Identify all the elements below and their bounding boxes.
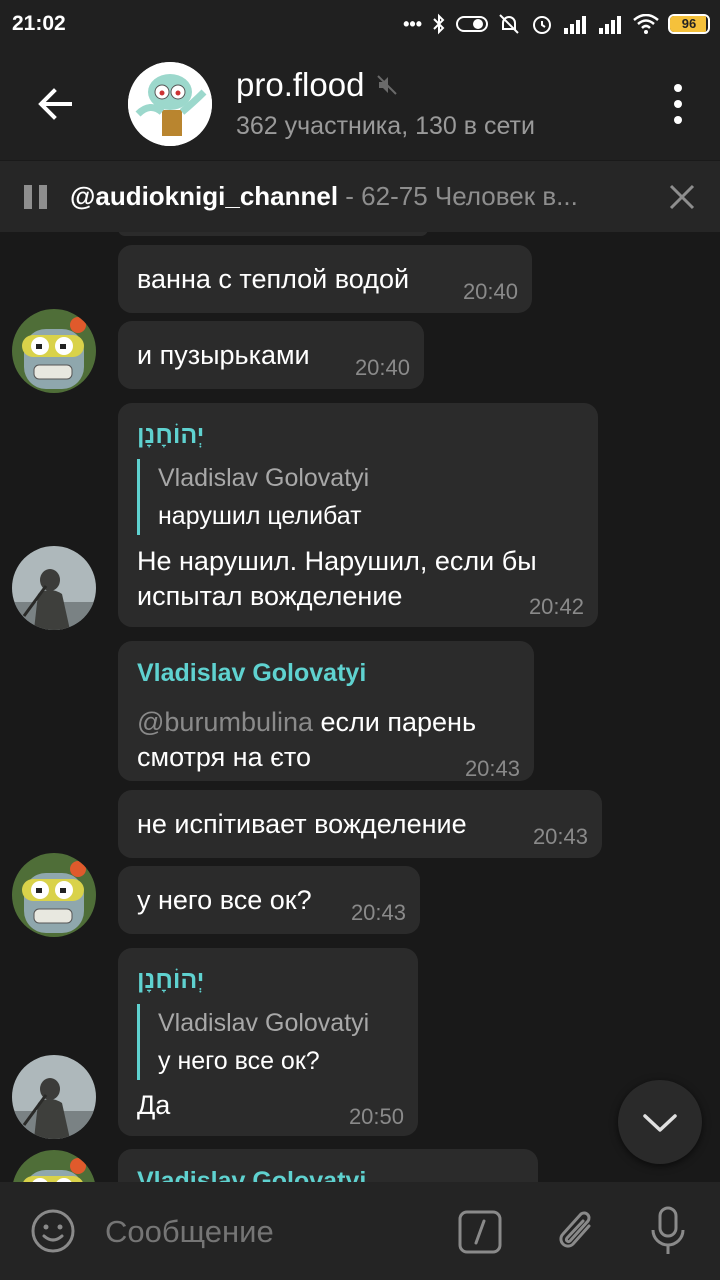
message-bubble[interactable]: и пузырьками 20:40 [118,321,424,389]
mention-link[interactable]: @burumbulina [137,707,313,737]
message-time: 20:40 [354,355,410,380]
user-avatar[interactable] [12,309,96,393]
chevron-down-icon [643,1114,677,1132]
bot-command-icon[interactable] [457,1209,503,1255]
message-composer [0,1182,720,1280]
mute-bell-icon [499,14,519,34]
message-time: 20:43 [532,824,588,849]
message-text: если парень [313,707,477,737]
chat-avatar[interactable] [128,62,212,146]
microphone-icon[interactable] [648,1204,688,1258]
signal-icon-2 [599,16,621,34]
message-bubble[interactable]: יְהוֹחָנָן Vladislav Golovatyi нарушил ц… [118,403,598,627]
user-avatar[interactable] [12,546,96,630]
message-time: 20:43 [350,900,406,925]
message-bubble-partial [118,232,428,236]
battery-level: 96 [681,16,697,31]
message-bubble[interactable]: не испітивает вожделение 20:43 [118,790,602,858]
message-bubble[interactable]: Vladislav Golovatyi @burumbulina если па… [118,641,534,781]
pause-icon[interactable] [24,185,48,209]
user-avatar[interactable] [12,1055,96,1139]
more-dots-icon: ••• [403,13,422,34]
chat-header: pro.flood 362 участника, 130 в сети [0,48,720,160]
reply-quote[interactable]: Vladislav Golovatyi нарушил целибат [137,459,369,535]
message-bubble[interactable]: יְהוֹחָנָן Vladislav Golovatyi у него вс… [118,948,418,1136]
message-sender[interactable]: יְהוֹחָנָן [137,421,204,450]
chat-title: pro.flood [236,66,365,103]
reply-sender: Vladislav Golovatyi [158,1009,370,1037]
status-time: 21:02 [12,12,66,35]
more-vertical-icon[interactable] [666,82,690,126]
reply-text: нарушил целибат [158,502,362,530]
message-text-line: Не нарушил. Нарушил, если бы [137,546,537,576]
message-time: 20:40 [462,279,518,304]
back-arrow-icon[interactable] [30,78,82,130]
close-icon[interactable] [664,179,700,215]
reply-quote[interactable]: Vladislav Golovatyi у него все ок? [137,1004,369,1080]
wifi-icon [633,14,659,34]
message-sender[interactable]: Vladislav Golovatyi [137,1167,366,1182]
alarm-icon [533,16,551,34]
attach-icon[interactable] [553,1204,599,1258]
reply-sender: Vladislav Golovatyi [158,464,370,492]
message-text: ванна с теплой водой [137,264,410,294]
message-input[interactable] [105,1214,425,1250]
emoji-icon[interactable] [30,1208,76,1254]
message-text-line: испытал вожделение [137,581,403,611]
audio-player-bar[interactable]: @audioknigi_channel - 62-75 Человек в... [0,160,720,232]
signal-icon [564,16,586,34]
status-icons: ••• 96 [403,10,710,38]
audio-track: - 62-75 Человек в... [338,181,578,211]
scroll-down-button[interactable] [618,1080,702,1164]
message-sender[interactable]: יְהוֹחָנָן [137,966,204,995]
message-bubble[interactable]: Vladislav Golovatyi [118,1149,538,1182]
message-text: у него все ок? [137,885,312,915]
toggle-icon [456,16,488,32]
audio-channel: @audioknigi_channel [70,181,339,211]
reply-text: у него все ок? [158,1047,320,1075]
message-text: и пузырьками [137,340,310,370]
message-text: не испітивает вожделение [137,809,467,839]
user-avatar[interactable] [12,853,96,937]
message-bubble[interactable]: у него все ок? 20:43 [118,866,420,934]
chat-subtitle: 362 участника, 130 в сети [236,112,535,140]
message-text: Да [137,1090,171,1120]
message-text-line: @burumbulina если парень [137,705,476,740]
user-avatar[interactable] [12,1150,96,1182]
status-bar: 21:02 ••• 96 [0,0,720,48]
message-bubble[interactable]: ванна с теплой водой 20:40 [118,245,532,313]
message-time: 20:43 [464,756,520,781]
message-time: 20:42 [528,594,584,619]
chat-title-row[interactable]: pro.flood [236,66,398,104]
message-text-line: смотря на єто [137,742,311,772]
battery-icon: 96 [668,14,710,34]
bluetooth-icon [433,13,445,35]
message-list[interactable]: ванна с теплой водой 20:40 и пузырьками … [0,232,720,1182]
message-sender[interactable]: Vladislav Golovatyi [137,659,366,688]
audio-player-text: @audioknigi_channel - 62-75 Человек в... [70,181,640,212]
muted-icon [377,75,398,95]
message-time: 20:50 [348,1104,404,1129]
